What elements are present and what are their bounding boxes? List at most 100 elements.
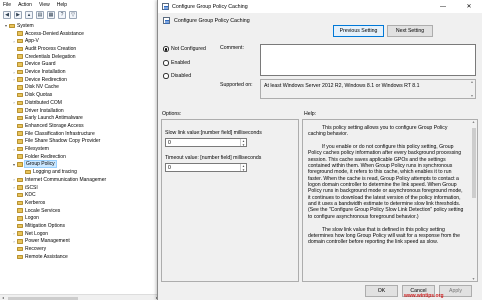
close-button[interactable]: ✕	[459, 0, 479, 13]
tree-item[interactable]: Locale Services	[12, 207, 60, 215]
tree-item[interactable]: Logging and tracing	[20, 168, 77, 176]
tree-item[interactable]: › Power Management	[12, 238, 69, 246]
spin-down-icon[interactable]: ▼	[242, 168, 245, 172]
options-label: Options:	[162, 111, 182, 117]
scroll-down-icon[interactable]: ▼	[470, 94, 473, 98]
tree-item[interactable]: Folder Redirection	[12, 153, 66, 161]
comment-label: Comment:	[220, 45, 244, 51]
tree-item[interactable]: File Classification Infrastructure	[12, 130, 95, 138]
scroll-thumb[interactable]	[8, 296, 78, 300]
policy-tree[interactable]: ▾ System Access-Denied Assistance › App-V Aud…	[0, 22, 160, 294]
tree-item[interactable]: Kerberos	[12, 199, 45, 207]
menu-help[interactable]: Help	[57, 2, 67, 8]
previous-setting-button[interactable]: Previous Setting	[333, 25, 384, 37]
tree-item[interactable]: › Internet Communication Managemer	[12, 176, 106, 184]
tree-item[interactable]: Recovery	[12, 245, 46, 253]
tree-item-label: Credentials Delegation	[25, 53, 76, 60]
expand-chevron-icon[interactable]: ›	[12, 239, 16, 244]
tree-item[interactable]: Remote Assistance	[12, 253, 68, 261]
supported-scrollbar[interactable]: ▲ ▼	[469, 80, 475, 98]
tree-item-label: Recovery	[25, 246, 47, 253]
tree-item[interactable]: › Device Installation	[12, 68, 65, 76]
spin-arrows[interactable]: ▲ ▼	[240, 164, 246, 172]
tree-item[interactable]: Audit Process Creation	[12, 45, 76, 53]
scroll-up-icon[interactable]: ▲	[470, 80, 473, 84]
back-arrow-icon[interactable]: ◀	[3, 11, 11, 19]
folder-icon	[17, 154, 23, 159]
tree-item-label: Net Logon	[25, 230, 49, 237]
tree-item[interactable]: KDC	[12, 191, 36, 199]
tree-item[interactable]: › Device Redirection	[12, 76, 67, 84]
radio-enabled[interactable]: Enabled	[163, 60, 190, 66]
menu-view[interactable]: View	[39, 2, 50, 8]
ok-button[interactable]: OK	[365, 285, 398, 297]
menu-file[interactable]: File	[3, 2, 11, 8]
tree-item[interactable]: ▾ System	[4, 22, 34, 30]
menu-action[interactable]: Action	[18, 2, 32, 8]
tree-item[interactable]: Driver Installation	[12, 107, 64, 115]
tree-item[interactable]: Enhanced Storage Access	[12, 122, 84, 130]
properties-icon[interactable]: ▦	[47, 11, 55, 19]
tree-item[interactable]: File Share Shadow Copy Provider	[12, 138, 100, 146]
expand-chevron-icon[interactable]: ›	[12, 177, 16, 182]
radio-button[interactable]	[163, 60, 169, 66]
timeout-value-input[interactable]: 0 ▲ ▼	[165, 163, 247, 172]
expand-chevron-icon[interactable]: ›	[12, 39, 16, 44]
collapse-chevron-icon[interactable]: ▾	[4, 23, 8, 28]
radio-button[interactable]	[163, 46, 169, 52]
help-icon[interactable]: ?	[58, 11, 66, 19]
spin-down-icon[interactable]: ▼	[242, 143, 245, 147]
tree-item[interactable]: Mitigation Options	[12, 222, 65, 230]
tree-item-label: iSCSI	[25, 184, 38, 191]
show-hide-tree-icon[interactable]: ▤	[36, 11, 44, 19]
expand-chevron-icon[interactable]: ›	[12, 231, 16, 236]
tree-horizontal-scrollbar[interactable]: ◂ ▸	[0, 294, 160, 300]
next-setting-button[interactable]: Next Setting	[387, 25, 433, 37]
tree-item[interactable]: › Distributed COM	[12, 99, 62, 107]
tree-item-label: Driver Installation	[25, 107, 64, 114]
tree-item[interactable]: ▾ Group Policy	[12, 160, 57, 169]
help-label: Help:	[304, 111, 317, 117]
folder-icon	[17, 139, 23, 144]
slow-link-value-input[interactable]: 0 ▲ ▼	[165, 138, 247, 147]
tree-item[interactable]: Disk NV Cache	[12, 84, 59, 92]
tree-item[interactable]: Credentials Delegation	[12, 53, 76, 61]
tree-item[interactable]: Logon	[12, 215, 39, 223]
expand-chevron-icon[interactable]: ›	[12, 147, 16, 152]
tree-item[interactable]: Device Guard	[12, 61, 56, 69]
radio-disabled[interactable]: Disabled	[163, 73, 191, 79]
radio-not-configured[interactable]: Not Configured	[163, 46, 206, 52]
tree-item[interactable]: › App-V	[12, 37, 39, 45]
radio-button[interactable]	[163, 73, 169, 79]
tree-item[interactable]: › Filesystem	[12, 145, 49, 153]
policy-dialog: Configure Group Policy Caching — ✕ Confi…	[157, 0, 482, 300]
scroll-up-icon[interactable]: ▲	[472, 120, 475, 124]
expand-chevron-icon[interactable]: ›	[12, 70, 16, 75]
tree-item[interactable]: › Net Logon	[12, 230, 48, 238]
radio-label: Disabled	[171, 73, 192, 79]
tree-item[interactable]: Disk Quotas	[12, 91, 52, 99]
expand-chevron-icon[interactable]: ›	[12, 100, 16, 105]
collapse-chevron-icon[interactable]: ▾	[12, 162, 16, 167]
folder-icon	[17, 115, 23, 121]
up-folder-icon[interactable]: ▴	[25, 11, 33, 19]
folder-icon	[17, 38, 23, 44]
minimize-button[interactable]: —	[435, 0, 451, 13]
help-scrollbar[interactable]: ▲ ▼	[471, 120, 477, 281]
dialog-title-bar[interactable]: Configure Group Policy Caching — ✕	[158, 0, 482, 13]
tree-item-label: Kerberos	[25, 199, 46, 206]
expand-chevron-icon[interactable]: ›	[12, 77, 16, 82]
scroll-down-icon[interactable]: ▼	[472, 277, 475, 281]
scroll-thumb[interactable]	[471, 128, 476, 198]
toolbar: ◀ ▶ ▴ ▤ ▦ ? ▽	[0, 9, 160, 21]
expand-chevron-icon[interactable]: ›	[12, 185, 16, 190]
forward-arrow-icon[interactable]: ▶	[14, 11, 22, 19]
comment-field[interactable]	[260, 44, 476, 76]
tree-item[interactable]: › iSCSI	[12, 184, 38, 192]
tree-item[interactable]: Access-Denied Assistance	[12, 30, 84, 38]
tree-item-label: Remote Assistance	[25, 253, 68, 260]
tree-item[interactable]: Early Launch Antimalware	[12, 114, 83, 122]
scroll-left-icon[interactable]: ◂	[2, 295, 4, 300]
spin-arrows[interactable]: ▲ ▼	[240, 139, 246, 147]
filter-icon[interactable]: ▽	[69, 11, 77, 19]
